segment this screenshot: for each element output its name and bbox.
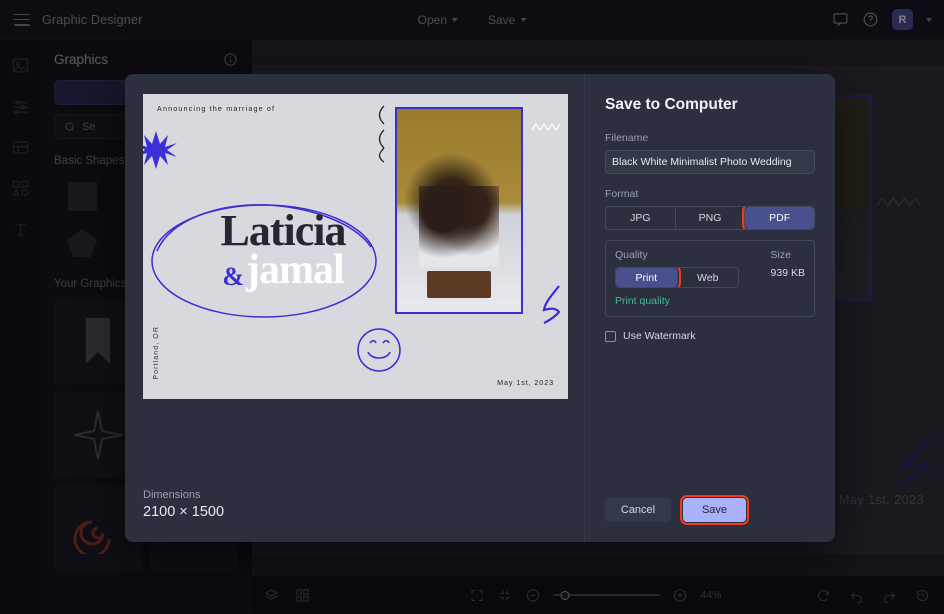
watermark-checkbox[interactable] bbox=[605, 330, 616, 342]
card-names: Laticia &jamal bbox=[188, 206, 378, 292]
filename-input[interactable] bbox=[605, 150, 815, 174]
size-label: Size bbox=[770, 249, 791, 261]
card-date: May 1st, 2023 bbox=[497, 378, 554, 387]
preview-pane: Announcing the marriage of Laticia &jama… bbox=[125, 74, 585, 542]
dialog-title: Save to Computer bbox=[605, 96, 738, 113]
quality-option-web[interactable]: Web bbox=[678, 268, 739, 287]
card-name-second: jamal bbox=[246, 247, 345, 294]
watermark-row[interactable]: Use Watermark bbox=[605, 330, 815, 342]
card-name-first: Laticia bbox=[220, 206, 347, 255]
format-option-pdf[interactable]: PDF bbox=[742, 207, 814, 229]
format-option-jpg[interactable]: JPG bbox=[606, 207, 676, 229]
quality-option-print[interactable]: Print bbox=[616, 268, 681, 287]
card-ampersand: & bbox=[222, 262, 244, 292]
quality-segmented-control: Print Web bbox=[615, 267, 739, 288]
quality-left: Quality Print Web bbox=[615, 249, 759, 288]
starburst-icon bbox=[143, 131, 177, 169]
save-to-computer-dialog: Announcing the marriage of Laticia &jama… bbox=[125, 74, 835, 542]
format-label: Format bbox=[605, 188, 639, 200]
size-block: Size 939 KB bbox=[771, 249, 805, 288]
card-announcement: Announcing the marriage of bbox=[157, 104, 276, 113]
card-location: Portland, OR bbox=[153, 326, 160, 380]
app-root: Graphic Designer Open Save R Graphics Se… bbox=[0, 0, 944, 614]
design-preview-card[interactable]: Announcing the marriage of Laticia &jama… bbox=[143, 94, 568, 399]
dimensions-value: 2100 × 1500 bbox=[143, 504, 225, 520]
card-zigzag-icon bbox=[531, 122, 561, 132]
quality-row: Quality Print Web Size 939 KB bbox=[615, 249, 805, 288]
save-button[interactable]: Save bbox=[680, 495, 749, 525]
dimensions-label: Dimensions bbox=[143, 489, 201, 501]
bracket-icon bbox=[378, 105, 385, 163]
settings-pane: Save to Computer Filename Format JPG PNG… bbox=[585, 74, 835, 542]
card-scribble-icon bbox=[542, 285, 561, 324]
card-photo-tray bbox=[426, 271, 492, 298]
card-photo bbox=[395, 107, 523, 314]
cancel-button[interactable]: Cancel bbox=[605, 498, 671, 522]
dimensions-block: Dimensions 2100 × 1500 bbox=[143, 489, 224, 520]
quality-label: Quality bbox=[615, 249, 648, 261]
quality-note: Print quality bbox=[615, 295, 670, 307]
card-photo-figures bbox=[419, 186, 499, 268]
smiley-icon bbox=[357, 328, 401, 372]
size-value: 939 KB bbox=[770, 267, 805, 279]
watermark-label: Use Watermark bbox=[623, 330, 696, 342]
quality-box: Quality Print Web Size 939 KB Print qual… bbox=[605, 240, 815, 317]
filename-label: Filename bbox=[605, 132, 649, 144]
dialog-actions: Cancel Save bbox=[605, 495, 749, 525]
format-option-png[interactable]: PNG bbox=[676, 207, 746, 229]
format-segmented-control: JPG PNG PDF bbox=[605, 206, 815, 230]
card-name-second-row: &jamal bbox=[188, 249, 378, 292]
